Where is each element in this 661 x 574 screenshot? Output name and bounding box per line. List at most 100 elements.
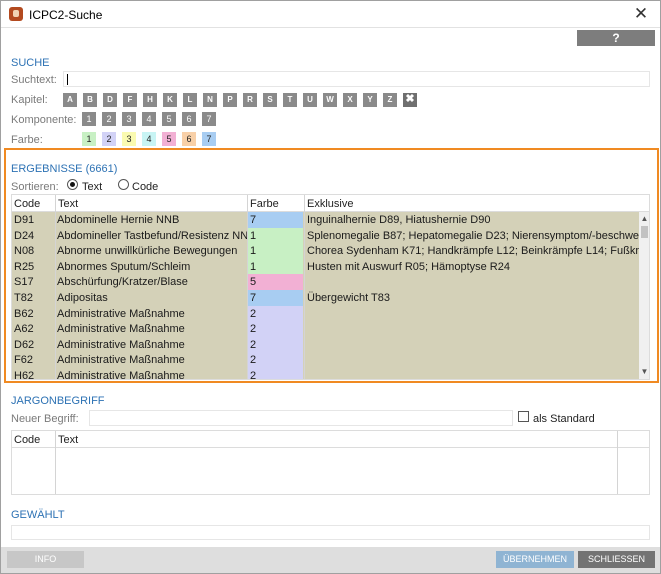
icpc2-search-window: ICPC2-Suche ✕ ? SUCHE Suchtext: Kapitel:…: [0, 0, 661, 574]
komponente-button-6[interactable]: 6: [182, 112, 196, 126]
table-row[interactable]: B62 Administrative Maßnahme 2: [12, 305, 639, 322]
kapitel-button-k[interactable]: K: [163, 93, 177, 107]
kapitel-button-h[interactable]: H: [143, 93, 157, 107]
column-divider: [247, 195, 248, 379]
cell-text: Administrative Maßnahme: [57, 354, 185, 367]
cell-text: Abdomineller Tastbefund/Resistenz NNB: [57, 229, 247, 242]
kapitel-button-n[interactable]: N: [203, 93, 217, 107]
kapitel-button-l[interactable]: L: [183, 93, 197, 107]
sort-code-radio[interactable]: [118, 179, 129, 190]
komponente-button-1[interactable]: 1: [82, 112, 96, 126]
kapitel-button-f[interactable]: F: [123, 93, 137, 107]
komponente-button-2[interactable]: 2: [102, 112, 116, 126]
kapitel-button-b[interactable]: B: [83, 93, 97, 107]
cell-code: D24: [14, 229, 35, 242]
table-row[interactable]: R25 Abnormes Sputum/Schleim 1 Husten mit Au…: [12, 258, 639, 275]
table-row[interactable]: F62 Administrative Maßnahme 2: [12, 352, 639, 369]
results-table-header: Code Text Farbe Exklusive: [12, 195, 649, 212]
kapitel-button-p[interactable]: P: [223, 93, 237, 107]
farbe-button-4[interactable]: 4: [142, 132, 156, 146]
sortieren-label: Sortieren:: [11, 181, 59, 193]
farbe-button-3[interactable]: 3: [122, 132, 136, 146]
close-window-button[interactable]: ✕: [630, 4, 652, 24]
suche-section-title: SUCHE: [11, 57, 50, 69]
farbe-button-2[interactable]: 2: [102, 132, 116, 146]
cell-farbe: 1: [248, 243, 303, 260]
cell-exklusive: [305, 368, 639, 379]
sort-text-label[interactable]: Text: [82, 181, 102, 193]
kapitel-button-w[interactable]: W: [323, 93, 337, 107]
text-caret: [67, 74, 68, 85]
kapitel-button-y[interactable]: Y: [363, 93, 377, 107]
bottom-button-bar: INFO ÜBERNEHMEN SCHLIESSEN: [1, 547, 660, 573]
col-header-text[interactable]: Text: [58, 198, 78, 210]
kapitel-button-z[interactable]: Z: [383, 93, 397, 107]
sort-code-label[interactable]: Code: [132, 181, 158, 193]
cell-text: Adipositas: [57, 292, 108, 304]
cell-farbe: 1: [248, 227, 303, 244]
cell-farbe: 7: [248, 212, 303, 228]
kapitel-button-s[interactable]: S: [263, 93, 277, 107]
col-header-code[interactable]: Code: [14, 198, 40, 210]
scroll-down-icon[interactable]: ▼: [639, 367, 649, 377]
cell-farbe: 2: [248, 305, 303, 322]
cell-exklusive: Übergewicht T83: [307, 292, 390, 304]
suchtext-label: Suchtext:: [11, 74, 57, 86]
cell-code: N08: [14, 245, 35, 258]
kapitel-button-a[interactable]: A: [63, 93, 77, 107]
cell-text: Abschürfung/Kratzer/Blase: [57, 276, 188, 289]
table-row[interactable]: N08 Abnorme unwillkürliche Bewegungen 1 Cho…: [12, 243, 639, 260]
table-row[interactable]: S17 Abschürfung/Kratzer/Blase 5: [12, 274, 639, 291]
cell-farbe: 2: [248, 368, 303, 379]
cell-code: S17: [14, 276, 34, 289]
column-divider: [617, 431, 618, 494]
jargon-col-header-code[interactable]: Code: [14, 434, 40, 446]
kapitel-button-x[interactable]: X: [343, 93, 357, 107]
results-scrollbar[interactable]: ▲ ▼: [639, 212, 649, 379]
results-table: Code Text Farbe Exklusive D91 Abdominelle…: [11, 194, 650, 380]
scroll-thumb[interactable]: [641, 226, 648, 238]
table-row[interactable]: D91 Abdominelle Hernie NNB 7 Inguinalhernie…: [12, 212, 639, 228]
suchtext-input[interactable]: [63, 71, 650, 87]
sort-text-radio[interactable]: [67, 179, 78, 190]
cell-exklusive: Chorea Sydenham K71; Handkrämpfe L12; Be…: [307, 245, 639, 258]
table-row[interactable]: H62 Administrative Maßnahme 2: [12, 368, 639, 380]
als-standard-checkbox[interactable]: [518, 411, 529, 422]
kapitel-button-u[interactable]: U: [303, 93, 317, 107]
cell-exklusive: Inguinalhernie D89, Hiatushernie D90: [307, 214, 491, 226]
jargon-col-header-text[interactable]: Text: [58, 434, 78, 446]
kapitel-clear-icon[interactable]: ✖: [403, 93, 417, 107]
table-row[interactable]: D24 Abdomineller Tastbefund/Resistenz NNB…: [12, 227, 639, 244]
kapitel-button-d[interactable]: D: [103, 93, 117, 107]
table-row[interactable]: D62 Administrative Maßnahme 2: [12, 336, 639, 353]
cell-code: H62: [14, 370, 35, 380]
table-row[interactable]: T82 Adipositas 7 Übergewicht T83: [12, 290, 639, 306]
komponente-button-4[interactable]: 4: [142, 112, 156, 126]
cell-exklusive: [305, 321, 639, 337]
kapitel-label: Kapitel:: [11, 94, 48, 106]
kapitel-button-r[interactable]: R: [243, 93, 257, 107]
cell-code: D62: [14, 338, 35, 351]
info-button[interactable]: INFO: [7, 551, 84, 568]
komponente-button-3[interactable]: 3: [122, 112, 136, 126]
farbe-button-5[interactable]: 5: [162, 132, 176, 146]
komponente-button-5[interactable]: 5: [162, 112, 176, 126]
cell-exklusive: [305, 352, 639, 368]
farbe-button-6[interactable]: 6: [182, 132, 196, 146]
komponente-button-7[interactable]: 7: [202, 112, 216, 126]
scroll-up-icon[interactable]: ▲: [639, 214, 649, 224]
col-header-exklusive[interactable]: Exklusive: [307, 198, 353, 210]
als-standard-label[interactable]: als Standard: [533, 413, 595, 425]
farbe-button-7[interactable]: 7: [202, 132, 216, 146]
schliessen-button[interactable]: SCHLIESSEN: [578, 551, 655, 568]
uebernehmen-button[interactable]: ÜBERNEHMEN: [496, 551, 574, 568]
farbe-button-1[interactable]: 1: [82, 132, 96, 146]
kapitel-button-t[interactable]: T: [283, 93, 297, 107]
table-row[interactable]: A62 Administrative Maßnahme 2: [12, 321, 639, 338]
cell-code: A62: [14, 323, 34, 336]
col-header-farbe[interactable]: Farbe: [250, 198, 279, 210]
help-button[interactable]: ?: [577, 30, 655, 46]
cell-code: F62: [14, 354, 33, 367]
cell-text: Abnorme unwillkürliche Bewegungen: [57, 245, 238, 258]
neuer-begriff-input[interactable]: [89, 410, 513, 426]
